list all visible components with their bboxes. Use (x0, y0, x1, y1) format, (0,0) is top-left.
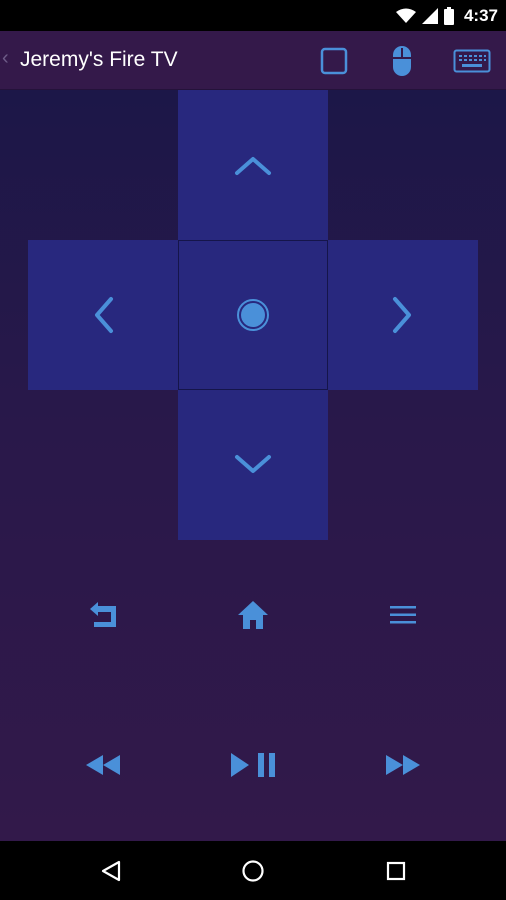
fast-forward-icon (386, 755, 420, 775)
rewind-icon (86, 755, 120, 775)
battery-icon (443, 6, 454, 25)
app-bar: ‹ Jeremy's Fire TV (0, 31, 506, 90)
dpad-right-button[interactable] (328, 240, 478, 390)
rewind-button[interactable] (73, 740, 133, 790)
nav-back-icon (101, 860, 121, 882)
dpad-mode-button[interactable] (316, 43, 352, 79)
status-bar: 4:37 (0, 0, 506, 31)
dpad-up-button[interactable] (178, 90, 328, 240)
play-pause-icon (231, 753, 275, 777)
dpad-select-button[interactable] (178, 240, 328, 390)
arrow-left-icon (95, 297, 113, 333)
back-button[interactable] (73, 590, 133, 640)
wifi-icon (395, 8, 416, 23)
mouse-mode-button[interactable] (384, 43, 420, 79)
nav-home-icon (242, 860, 264, 882)
menu-icon (390, 606, 416, 624)
fast-forward-button[interactable] (373, 740, 433, 790)
dpad-left-button[interactable] (28, 240, 178, 390)
nav-recents-icon (386, 861, 406, 881)
arrow-up-icon (235, 157, 271, 175)
nav-home-button[interactable] (231, 849, 275, 893)
home-icon (238, 601, 268, 629)
status-icons: 4:37 (395, 0, 498, 31)
remote-area (0, 90, 506, 841)
square-icon (320, 47, 348, 75)
arrow-right-icon (393, 297, 411, 333)
arrow-down-icon (235, 455, 271, 473)
chevron-left-icon[interactable]: ‹ (2, 47, 9, 70)
signal-icon (421, 7, 438, 24)
nav-recents-button[interactable] (374, 849, 418, 893)
navigation-bar (0, 841, 506, 900)
play-pause-button[interactable] (223, 740, 283, 790)
keyboard-button[interactable] (452, 43, 492, 79)
select-icon (237, 299, 269, 331)
mouse-icon (393, 46, 411, 76)
page-title[interactable]: Jeremy's Fire TV (20, 48, 178, 72)
menu-button[interactable] (373, 590, 433, 640)
nav-back-button[interactable] (89, 849, 133, 893)
keyboard-icon (453, 49, 491, 73)
back-return-icon (90, 602, 116, 627)
home-button[interactable] (223, 590, 283, 640)
dpad-down-button[interactable] (178, 390, 328, 540)
clock: 4:37 (463, 5, 498, 25)
